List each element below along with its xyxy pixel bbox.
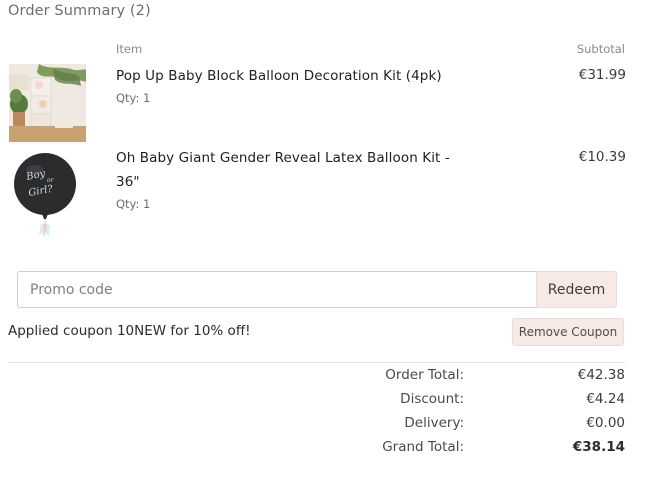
discount-row: Discount: €4.24 <box>300 389 625 413</box>
product-name-link[interactable]: Oh Baby Giant Gender Reveal Latex Balloo… <box>116 146 476 194</box>
applied-coupon-message: Applied coupon 10NEW for 10% off! <box>8 323 251 339</box>
redeem-button[interactable]: Redeem <box>536 271 617 308</box>
product-image-balloon-blocks[interactable] <box>9 64 86 142</box>
product-image-gender-reveal-balloon[interactable]: Boy or Girl? <box>9 152 86 238</box>
product-subtotal: €10.39 <box>578 149 626 165</box>
order-summary-title: Order Summary (2) <box>8 3 151 19</box>
product-subtotal: €31.99 <box>578 67 626 83</box>
balloon-text-or: or <box>47 177 55 184</box>
discount-value: €4.24 <box>586 391 625 407</box>
promo-code-input[interactable] <box>17 271 536 308</box>
delivery-label: Delivery: <box>404 415 464 431</box>
product-quantity: Qty: 1 <box>116 197 151 211</box>
order-total-value: €42.38 <box>577 367 625 383</box>
order-total-row: Order Total: €42.38 <box>300 365 625 389</box>
subtotal-column-header: Subtotal <box>576 42 625 56</box>
promo-code-form: Redeem <box>17 271 617 308</box>
order-total-label: Order Total: <box>385 367 464 383</box>
product-name-link[interactable]: Pop Up Baby Block Balloon Decoration Kit… <box>116 64 476 88</box>
order-summary-panel: Order Summary (2) Item Subtotal Pop Up B… <box>0 0 667 482</box>
grand-total-value: €38.14 <box>572 439 625 455</box>
item-column-header: Item <box>116 42 143 56</box>
grand-total-row: Grand Total: €38.14 <box>300 437 625 461</box>
balloon-blocks-photo-icon <box>9 64 86 142</box>
discount-label: Discount: <box>400 391 464 407</box>
product-quantity: Qty: 1 <box>116 91 151 105</box>
grand-total-label: Grand Total: <box>382 439 464 455</box>
black-balloon-photo-icon: Boy or Girl? <box>14 153 76 238</box>
delivery-row: Delivery: €0.00 <box>300 413 625 437</box>
order-totals: Order Total: €42.38 Discount: €4.24 Deli… <box>300 365 625 461</box>
remove-coupon-button[interactable]: Remove Coupon <box>512 318 624 346</box>
totals-divider <box>8 362 625 363</box>
delivery-value: €0.00 <box>586 415 625 431</box>
